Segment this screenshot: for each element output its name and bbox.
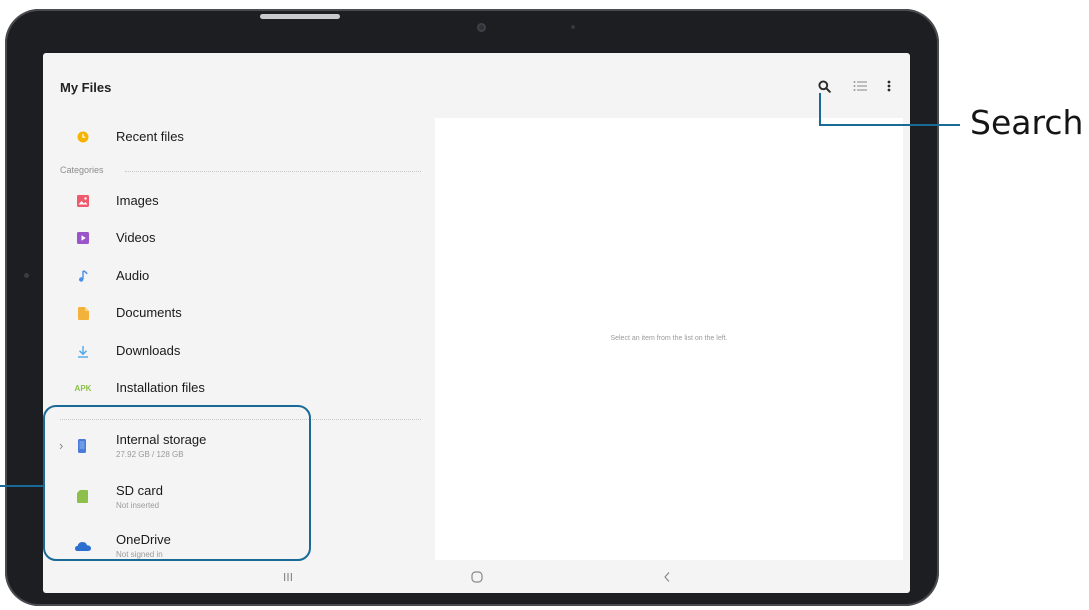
sidebar-item-audio[interactable]: Audio [43,258,433,294]
detail-pane: Select an item from the list on the left… [435,118,903,560]
document-icon [76,306,90,320]
power-button [260,14,340,19]
sidebar-item-label: Audio [116,268,150,283]
sidebar-item-installation-files[interactable]: APK Installation files [43,370,433,406]
light-sensor [571,25,575,29]
navigation-bar [43,560,910,593]
side-sensor [24,273,29,278]
divider [125,171,421,172]
sidebar-item-recent-files[interactable]: Recent files [43,119,433,155]
video-icon [76,231,90,245]
storage-callout-line [0,485,45,487]
sidebar-item-label: Downloads [116,343,181,358]
home-button[interactable] [467,569,487,585]
home-icon [471,571,483,583]
music-note-icon [76,269,90,283]
front-camera-icon [477,23,486,32]
app-title: My Files [60,80,112,95]
sidebar-item-label: Images [116,193,159,208]
apk-icon-text: APK [74,383,92,393]
sidebar-item-images[interactable]: Images [43,183,433,219]
recent-apps-icon [284,573,292,581]
back-button[interactable] [657,569,677,585]
image-icon [76,194,90,208]
sidebar-item-downloads[interactable]: Downloads [43,333,433,369]
more-options-button[interactable] [878,75,900,97]
search-icon [817,79,831,93]
sidebar-item-label: Videos [116,230,156,245]
storage-callout-box [43,405,311,561]
recent-apps-button[interactable] [278,569,298,585]
search-button[interactable] [813,75,835,97]
sidebar-item-documents[interactable]: Documents [43,295,433,331]
search-callout-line-horizontal [819,124,960,126]
sidebar-item-label: Installation files [116,380,205,395]
empty-state-message: Select an item from the list on the left… [610,335,728,342]
back-icon [664,572,670,582]
list-view-button[interactable] [849,75,871,97]
more-options-icon [887,80,891,92]
download-icon [76,344,90,358]
clock-icon [76,130,90,144]
apk-icon: APK [72,381,94,395]
list-view-icon [853,81,867,91]
sidebar-item-videos[interactable]: Videos [43,220,433,256]
search-callout-label: Search [970,103,1084,142]
sidebar-item-label: Documents [116,305,182,320]
sidebar-item-label: Recent files [116,129,184,144]
categories-heading: Categories [60,165,104,175]
search-callout-line-vertical [819,93,821,126]
